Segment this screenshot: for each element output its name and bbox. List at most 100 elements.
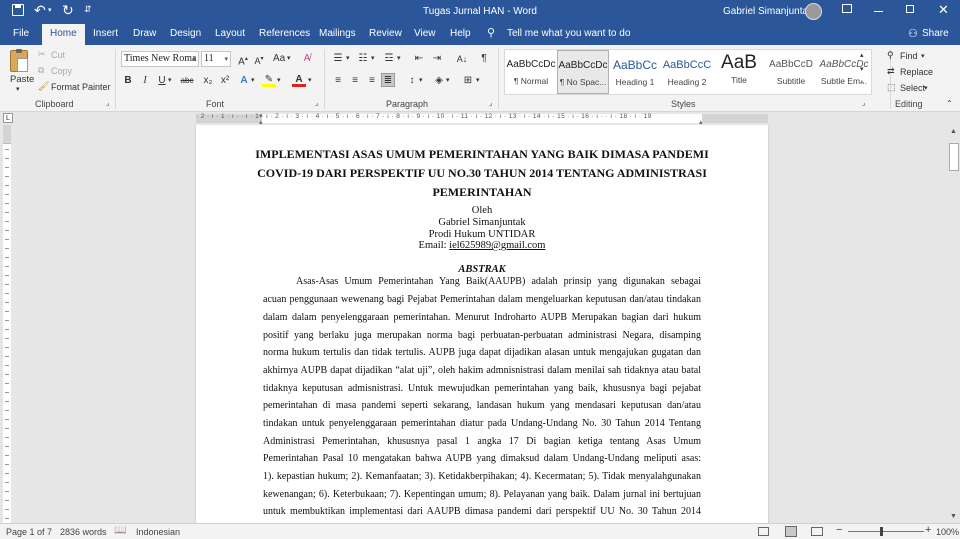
zoom-in-icon[interactable]: + [925,524,931,536]
document-page[interactable]: IMPLEMENTASI ASAS UMUM PEMERINTAHAN YANG… [196,125,768,523]
multilevel-dropdown-icon[interactable]: ▾ [397,54,401,62]
replace-button[interactable]: Replace [900,67,933,77]
share-button[interactable]: Share [922,28,949,39]
font-launcher-icon[interactable]: ⌟ [315,99,318,107]
sort-icon[interactable]: A↓ [455,52,469,66]
minimize-icon[interactable] [874,11,883,12]
text-effects-dropdown-icon[interactable]: ▾ [251,76,255,84]
numbering-dropdown-icon[interactable]: ▾ [371,54,375,62]
tab-references[interactable]: References [259,28,310,39]
zoom-level[interactable]: 100% [936,527,959,537]
restore-icon[interactable] [906,5,914,13]
text-effects-icon[interactable]: A [237,74,251,88]
style-heading-2[interactable]: AaBbCcC Heading 2 [661,50,713,94]
bullets-dropdown-icon[interactable]: ▾ [346,54,350,62]
select-dropdown-icon[interactable]: ▾ [924,84,928,92]
style-title[interactable]: AaB Title [713,50,765,94]
decrease-indent-icon[interactable]: ⇤ [412,52,426,66]
highlight-dropdown-icon[interactable]: ▾ [277,76,281,84]
email-link[interactable]: iel625989@gmail.com [449,240,545,251]
change-case-dropdown-icon[interactable]: ▾ [287,54,291,62]
scroll-down-icon[interactable]: ▼ [950,513,957,520]
tab-layout[interactable]: Layout [215,28,245,39]
word-count[interactable]: 2836 words [60,527,107,537]
user-name[interactable]: Gabriel Simanjuntak [723,6,813,17]
share-icon[interactable]: ⚇ [908,27,918,40]
find-button[interactable]: Find [900,51,918,61]
vertical-scrollbar[interactable]: ▲ ▼ [948,125,960,523]
styles-launcher-icon[interactable]: ⌟ [862,99,865,107]
tab-home[interactable]: Home [42,24,85,45]
page-count[interactable]: Page 1 of 7 [6,527,52,537]
read-mode-icon[interactable] [758,527,769,536]
cut-button[interactable]: Cut [51,50,65,60]
style-subtitle[interactable]: AaBbCcD Subtitle [765,50,817,94]
show-formatting-icon[interactable]: ¶ [477,52,491,66]
underline-dropdown-icon[interactable]: ▾ [168,76,172,84]
grow-font-icon[interactable]: A▴ [236,52,250,67]
font-color-icon[interactable]: A [292,73,306,87]
tab-file[interactable]: File [13,28,29,39]
italic-button[interactable]: I [138,74,152,88]
paste-dropdown-icon[interactable]: ▾ [16,85,20,93]
align-center-icon[interactable]: ≡ [348,74,362,88]
ribbon-display-options-icon[interactable] [842,4,852,13]
font-size-combo[interactable]: 11 ▾ [201,51,231,67]
tab-insert[interactable]: Insert [93,28,118,39]
styles-scroll-up-icon[interactable]: ▴ [860,51,864,59]
line-spacing-icon[interactable]: ↕ [405,74,419,88]
close-icon[interactable]: ✕ [938,2,949,18]
tab-mailings[interactable]: Mailings [319,28,356,39]
shading-dropdown-icon[interactable]: ▾ [446,76,450,84]
tab-draw[interactable]: Draw [133,28,156,39]
superscript-button[interactable]: x² [218,74,232,88]
style-heading-1[interactable]: AaBbCc Heading 1 [609,50,661,94]
web-layout-icon[interactable] [811,527,823,536]
justify-icon[interactable]: ≣ [381,73,395,87]
scroll-thumb[interactable] [949,143,959,171]
zoom-out-icon[interactable]: − [836,524,842,536]
select-button[interactable]: Select [900,83,925,93]
zoom-slider-thumb[interactable] [880,527,883,536]
collapse-ribbon-icon[interactable]: ⌃ [946,99,953,108]
style-normal[interactable]: AaBbCcDc ¶ Normal [505,50,557,94]
shading-icon[interactable]: ◈ [432,74,446,88]
paragraph-launcher-icon[interactable]: ⌟ [489,99,492,107]
zoom-slider[interactable] [848,531,924,532]
avatar[interactable] [805,3,822,20]
increase-indent-icon[interactable]: ⇥ [430,52,444,66]
language[interactable]: Indonesian [136,527,180,537]
horizontal-ruler[interactable]: L · 2 · ı · 1 · ı · · ı · 1 · ı · 2 · ı … [0,112,960,126]
tab-selector-icon[interactable]: L [3,113,13,123]
line-spacing-dropdown-icon[interactable]: ▾ [419,76,423,84]
multilevel-list-icon[interactable]: ☲ [382,52,396,66]
style-no-spacing[interactable]: AaBbCcDc ¶ No Spac... [557,50,609,94]
align-right-icon[interactable]: ≡ [365,74,379,88]
styles-more-icon[interactable]: ⩡ [860,79,864,87]
paste-button[interactable]: Paste [10,74,34,85]
highlight-icon[interactable]: ✎ [262,73,276,87]
tell-me-box[interactable]: Tell me what you want to do [507,28,630,39]
strikethrough-button[interactable]: abc [178,74,196,88]
numbering-icon[interactable]: ☷ [356,52,370,66]
bold-button[interactable]: B [121,74,135,88]
borders-icon[interactable]: ⊞ [461,74,475,88]
paste-icon[interactable] [10,49,28,72]
clipboard-launcher-icon[interactable]: ⌟ [106,99,109,107]
subscript-button[interactable]: x₂ [201,74,215,88]
shrink-font-icon[interactable]: A▾ [252,52,266,66]
tab-review[interactable]: Review [369,28,402,39]
copy-button[interactable]: Copy [51,66,72,76]
align-left-icon[interactable]: ≡ [331,74,345,88]
find-dropdown-icon[interactable]: ▾ [921,52,925,60]
tab-design[interactable]: Design [170,28,201,39]
styles-scroll-down-icon[interactable]: ▾ [860,65,864,73]
print-layout-icon[interactable] [785,526,797,537]
underline-button[interactable]: U [155,74,169,88]
scroll-up-icon[interactable]: ▲ [950,128,957,135]
tab-view[interactable]: View [414,28,436,39]
change-case-button[interactable]: Aa [273,53,285,64]
borders-dropdown-icon[interactable]: ▾ [476,76,480,84]
proofing-icon[interactable]: 📖 [114,525,126,536]
clear-formatting-icon[interactable]: A̸ [300,52,314,66]
